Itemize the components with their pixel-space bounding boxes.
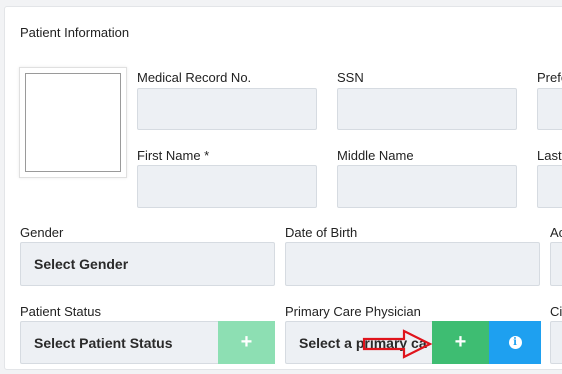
ssn-input[interactable]	[337, 88, 517, 130]
patient-photo[interactable]	[19, 67, 127, 178]
plus-icon: +	[240, 331, 253, 353]
city-input[interactable]	[550, 321, 562, 364]
middle-name-input[interactable]	[337, 165, 517, 208]
photo-placeholder	[25, 73, 121, 172]
gender-label: Gender	[20, 225, 64, 240]
address-input[interactable]	[550, 242, 562, 286]
patient-status-label: Patient Status	[20, 304, 101, 319]
preferred-name-label: Prefe	[537, 70, 562, 85]
add-patient-status-button[interactable]: +	[218, 321, 275, 364]
gender-select-value: Select Gender	[34, 256, 129, 272]
first-name-label: First Name *	[137, 148, 210, 163]
middle-name-label: Middle Name	[337, 148, 414, 163]
info-icon: i	[508, 336, 522, 349]
dob-label: Date of Birth	[285, 225, 358, 240]
add-pcp-button[interactable]: +	[432, 321, 489, 364]
patient-status-select-value: Select Patient Status	[34, 334, 173, 351]
dob-input[interactable]	[285, 242, 540, 286]
pcp-info-button[interactable]: i	[489, 321, 541, 364]
patient-status-select[interactable]: Select Patient Status	[20, 321, 218, 364]
mrn-input[interactable]	[137, 88, 317, 130]
last-name-input[interactable]	[537, 165, 562, 208]
section-title: Patient Information	[20, 25, 130, 40]
pcp-label: Primary Care Physician	[285, 304, 421, 319]
first-name-input[interactable]	[137, 165, 317, 208]
address-label: Ac	[550, 225, 562, 240]
plus-icon: +	[454, 331, 467, 353]
mrn-label: Medical Record No.	[137, 70, 252, 85]
last-name-label: Last	[537, 148, 562, 163]
red-arrow-annotation	[362, 329, 433, 359]
ssn-label: SSN	[337, 70, 364, 85]
preferred-name-input[interactable]	[537, 88, 562, 130]
gender-select[interactable]: Select Gender	[20, 242, 275, 286]
city-label: Ci	[550, 304, 562, 319]
